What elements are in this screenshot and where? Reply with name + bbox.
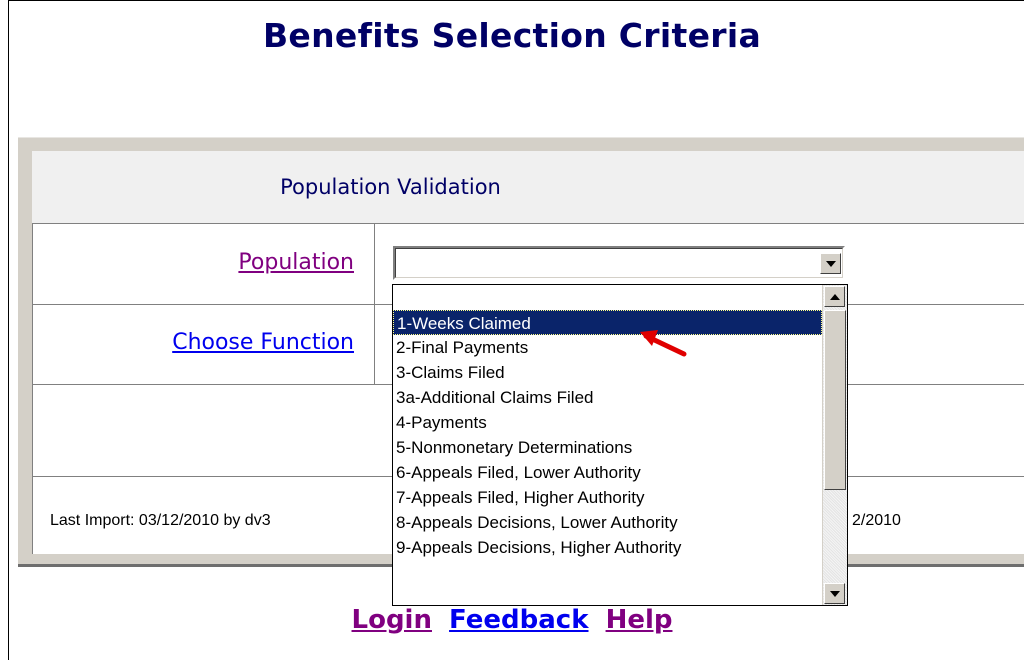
panel-header: Population Validation xyxy=(32,151,1024,224)
date-fragment-text: 2/2010 xyxy=(852,512,901,529)
red-arrow-icon xyxy=(640,330,687,357)
page-title: Benefits Selection Criteria xyxy=(262,16,762,55)
dropdown-options: 1-Weeks Claimed 2-Final Payments 3-Claims … xyxy=(393,285,822,560)
chevron-up-icon xyxy=(829,293,840,300)
dropdown-option[interactable]: 9-Appeals Decisions, Higher Authority xyxy=(393,535,822,560)
dropdown-option[interactable]: 1-Weeks Claimed xyxy=(393,310,822,335)
dropdown-option[interactable] xyxy=(393,285,822,310)
dropdown-option[interactable]: 2-Final Payments xyxy=(393,335,822,360)
scroll-thumb[interactable] xyxy=(824,310,846,490)
panel-header-text: Population Validation xyxy=(280,175,501,199)
dropdown-option[interactable]: 4-Payments xyxy=(393,410,822,435)
dropdown-button[interactable] xyxy=(820,253,841,274)
chevron-down-icon xyxy=(829,590,840,597)
scroll-down-button[interactable] xyxy=(824,583,845,604)
login-link[interactable]: Login xyxy=(352,605,432,635)
dropdown-option[interactable]: 8-Appeals Decisions, Lower Authority xyxy=(393,510,822,535)
population-link[interactable]: Population xyxy=(238,250,354,275)
dropdown-option[interactable]: 5-Nonmonetary Determinations xyxy=(393,435,822,460)
footer-links: Login Feedback Help xyxy=(0,605,1024,635)
dropdown-option[interactable]: 7-Appeals Filed, Higher Authority xyxy=(393,485,822,510)
last-import-text: Last Import: 03/12/2010 by dv3 xyxy=(50,512,271,529)
help-link[interactable]: Help xyxy=(606,605,673,635)
dropdown-option[interactable]: 3-Claims Filed xyxy=(393,360,822,385)
chevron-down-icon xyxy=(825,260,836,267)
column-divider xyxy=(374,224,375,384)
population-select[interactable] xyxy=(393,246,845,280)
dropdown-option[interactable]: 6-Appeals Filed, Lower Authority xyxy=(393,460,822,485)
choose-function-link[interactable]: Choose Function xyxy=(172,330,354,355)
feedback-link[interactable]: Feedback xyxy=(449,605,588,635)
scroll-up-button[interactable] xyxy=(824,286,845,307)
dropdown-option[interactable]: 3a-Additional Claims Filed xyxy=(393,385,822,410)
dropdown-scrollbar[interactable] xyxy=(822,285,847,605)
